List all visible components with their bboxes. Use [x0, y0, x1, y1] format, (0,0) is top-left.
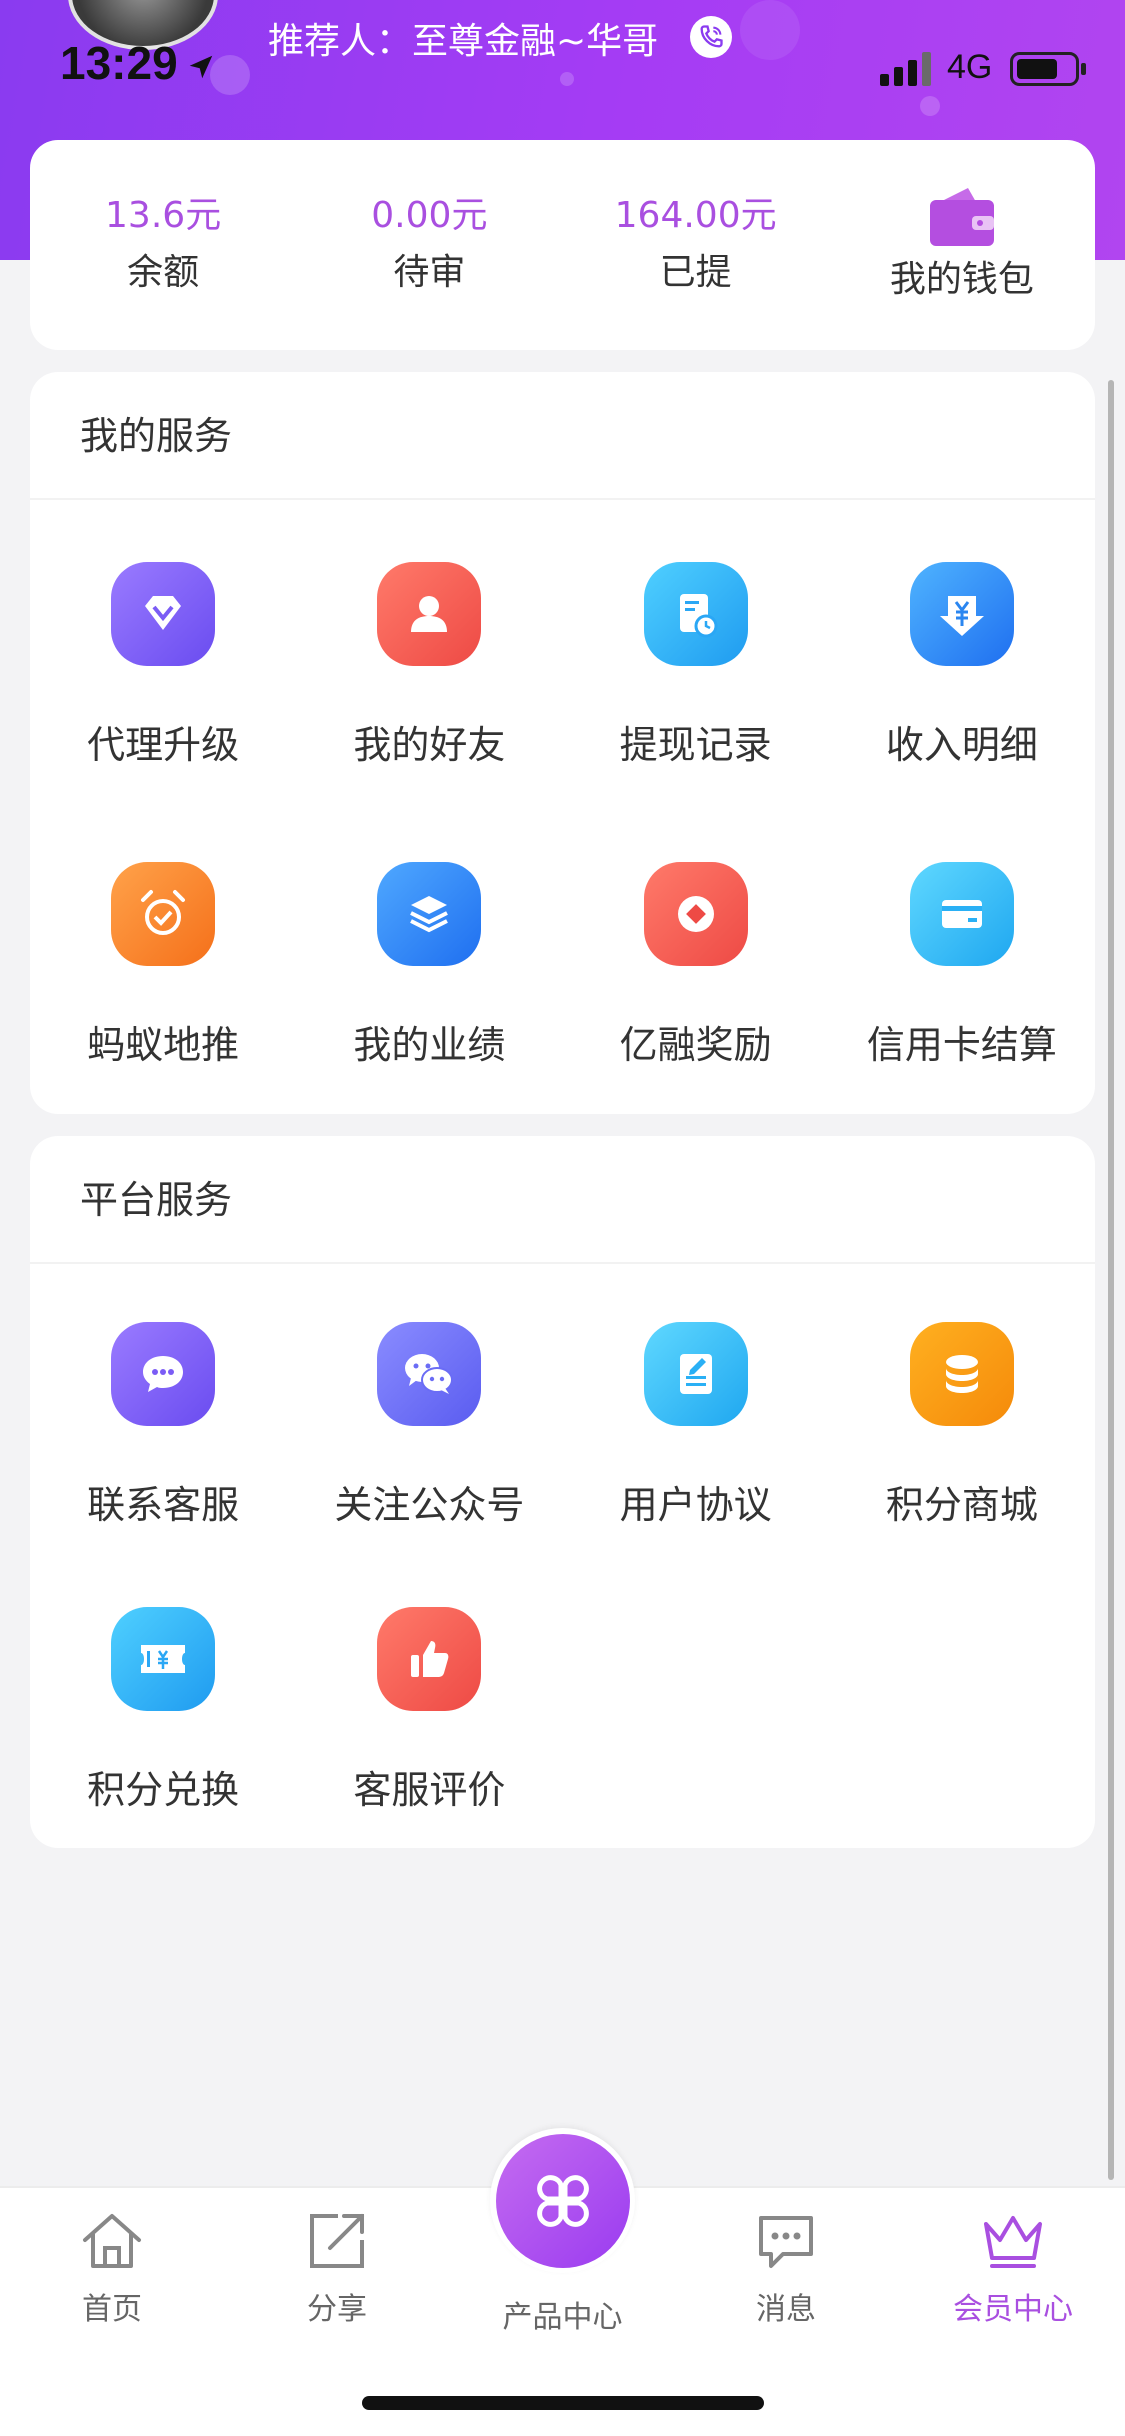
my-wallet-button[interactable]: 我的钱包 — [829, 184, 1095, 306]
yen-download-icon — [909, 562, 1014, 666]
tab-messages[interactable]: 消息 — [706, 2210, 866, 2328]
tab-share[interactable]: 分享 — [257, 2210, 417, 2328]
service-label: 提现记录 — [619, 723, 772, 767]
scrollbar[interactable] — [1108, 380, 1114, 2180]
tab-label: 会员中心 — [953, 2292, 1073, 2327]
network-type: 4G — [947, 48, 993, 86]
layers-icon — [377, 862, 482, 966]
location-arrow-icon — [189, 55, 213, 79]
phone-call-icon[interactable] — [690, 16, 732, 58]
service-label: 我的好友 — [353, 723, 506, 767]
platform-services-title: 平台服务 — [30, 1136, 1095, 1264]
product-center-label: 产品中心 — [502, 2300, 623, 2335]
message-icon — [759, 2216, 813, 2268]
my-services-card: 我的服务 代理升级 我的好友 提现记录 收入明细 蚂蚁地推 我的业绩 亿融奖励 … — [30, 372, 1095, 1114]
diamond-icon — [111, 562, 216, 666]
service-user-agreement[interactable]: 用户协议 — [563, 1264, 829, 1549]
home-indicator[interactable] — [362, 2396, 764, 2410]
service-label: 信用卡结算 — [866, 1023, 1057, 1067]
service-my-performance[interactable]: 我的业绩 — [296, 800, 562, 1100]
tab-member-center[interactable]: 会员中心 — [933, 2210, 1093, 2328]
service-label: 代理升级 — [87, 723, 240, 767]
credit-card-icon — [909, 862, 1014, 966]
document-edit-icon — [643, 1322, 748, 1426]
tab-label: 首页 — [82, 2292, 142, 2327]
pending-amount: 0.00元 — [371, 195, 488, 236]
user-icon — [377, 562, 482, 666]
tab-home[interactable]: 首页 — [32, 2210, 192, 2328]
balance-label: 余额 — [127, 252, 200, 293]
alarm-check-icon — [111, 862, 216, 966]
tab-label: 分享 — [307, 2292, 367, 2327]
wallet-card: 13.6元 余额 0.00元 待审 164.00元 已提 我的钱包 — [30, 140, 1095, 350]
service-credit-card-settlement[interactable]: 信用卡结算 — [829, 800, 1095, 1100]
service-label: 联系客服 — [87, 1483, 240, 1527]
withdrawn-label: 已提 — [659, 252, 732, 293]
share-icon — [310, 2214, 364, 2268]
thumbs-up-icon — [377, 1607, 482, 1711]
balance-amount: 13.6元 — [105, 195, 222, 236]
coin-icon — [643, 862, 748, 966]
service-my-friends[interactable]: 我的好友 — [296, 500, 562, 800]
service-income-details[interactable]: 收入明细 — [829, 500, 1095, 800]
my-services-title: 我的服务 — [30, 372, 1095, 500]
balance-stat[interactable]: 13.6元 余额 — [30, 191, 296, 299]
product-center-circle — [495, 2133, 630, 2268]
service-label: 收入明细 — [885, 723, 1038, 767]
service-withdraw-records[interactable]: 提现记录 — [563, 500, 829, 800]
battery-icon — [1010, 52, 1086, 86]
ticket-yen-icon — [111, 1607, 216, 1711]
tab-product-center[interactable] — [490, 2128, 635, 2273]
status-time: 13:29 — [60, 37, 178, 89]
referrer-text: 推荐人：至尊金融~华哥 — [268, 21, 659, 62]
service-label: 积分兑换 — [87, 1768, 240, 1812]
service-label: 积分商城 — [885, 1483, 1038, 1527]
service-label: 关注公众号 — [334, 1483, 525, 1527]
signal-strength-icon — [880, 52, 931, 86]
service-agent-upgrade[interactable]: 代理升级 — [30, 500, 296, 800]
platform-services-card: 平台服务 联系客服 关注公众号 用户协议 积分商城 积分兑换 客服评价 — [30, 1136, 1095, 1848]
home-icon — [83, 2214, 141, 2268]
service-points-mall[interactable]: 积分商城 — [829, 1264, 1095, 1549]
service-yirong-reward[interactable]: 亿融奖励 — [563, 800, 829, 1100]
service-label: 客服评价 — [353, 1768, 506, 1812]
receipt-clock-icon — [643, 562, 748, 666]
coin-stack-icon — [909, 1322, 1014, 1426]
tab-label: 消息 — [756, 2292, 816, 2327]
service-support-rating[interactable]: 客服评价 — [296, 1549, 562, 1834]
pending-label: 待审 — [393, 252, 466, 293]
wechat-icon — [377, 1322, 482, 1426]
clover-grid-icon — [536, 2174, 589, 2227]
wallet-icon — [929, 188, 994, 246]
service-contact-support[interactable]: 联系客服 — [30, 1264, 296, 1549]
service-label: 用户协议 — [619, 1483, 772, 1527]
withdrawn-amount: 164.00元 — [614, 195, 777, 236]
crown-icon — [984, 2216, 1042, 2268]
service-label: 亿融奖励 — [619, 1023, 772, 1067]
service-ant-promotion[interactable]: 蚂蚁地推 — [30, 800, 296, 1100]
chat-bubble-icon — [111, 1322, 216, 1426]
pending-stat[interactable]: 0.00元 待审 — [296, 191, 562, 299]
service-label: 我的业绩 — [353, 1023, 506, 1067]
service-label: 蚂蚁地推 — [87, 1023, 240, 1067]
service-follow-official-account[interactable]: 关注公众号 — [296, 1264, 562, 1549]
my-wallet-label: 我的钱包 — [889, 259, 1034, 300]
withdrawn-stat[interactable]: 164.00元 已提 — [563, 191, 829, 299]
service-points-exchange[interactable]: 积分兑换 — [30, 1549, 296, 1834]
